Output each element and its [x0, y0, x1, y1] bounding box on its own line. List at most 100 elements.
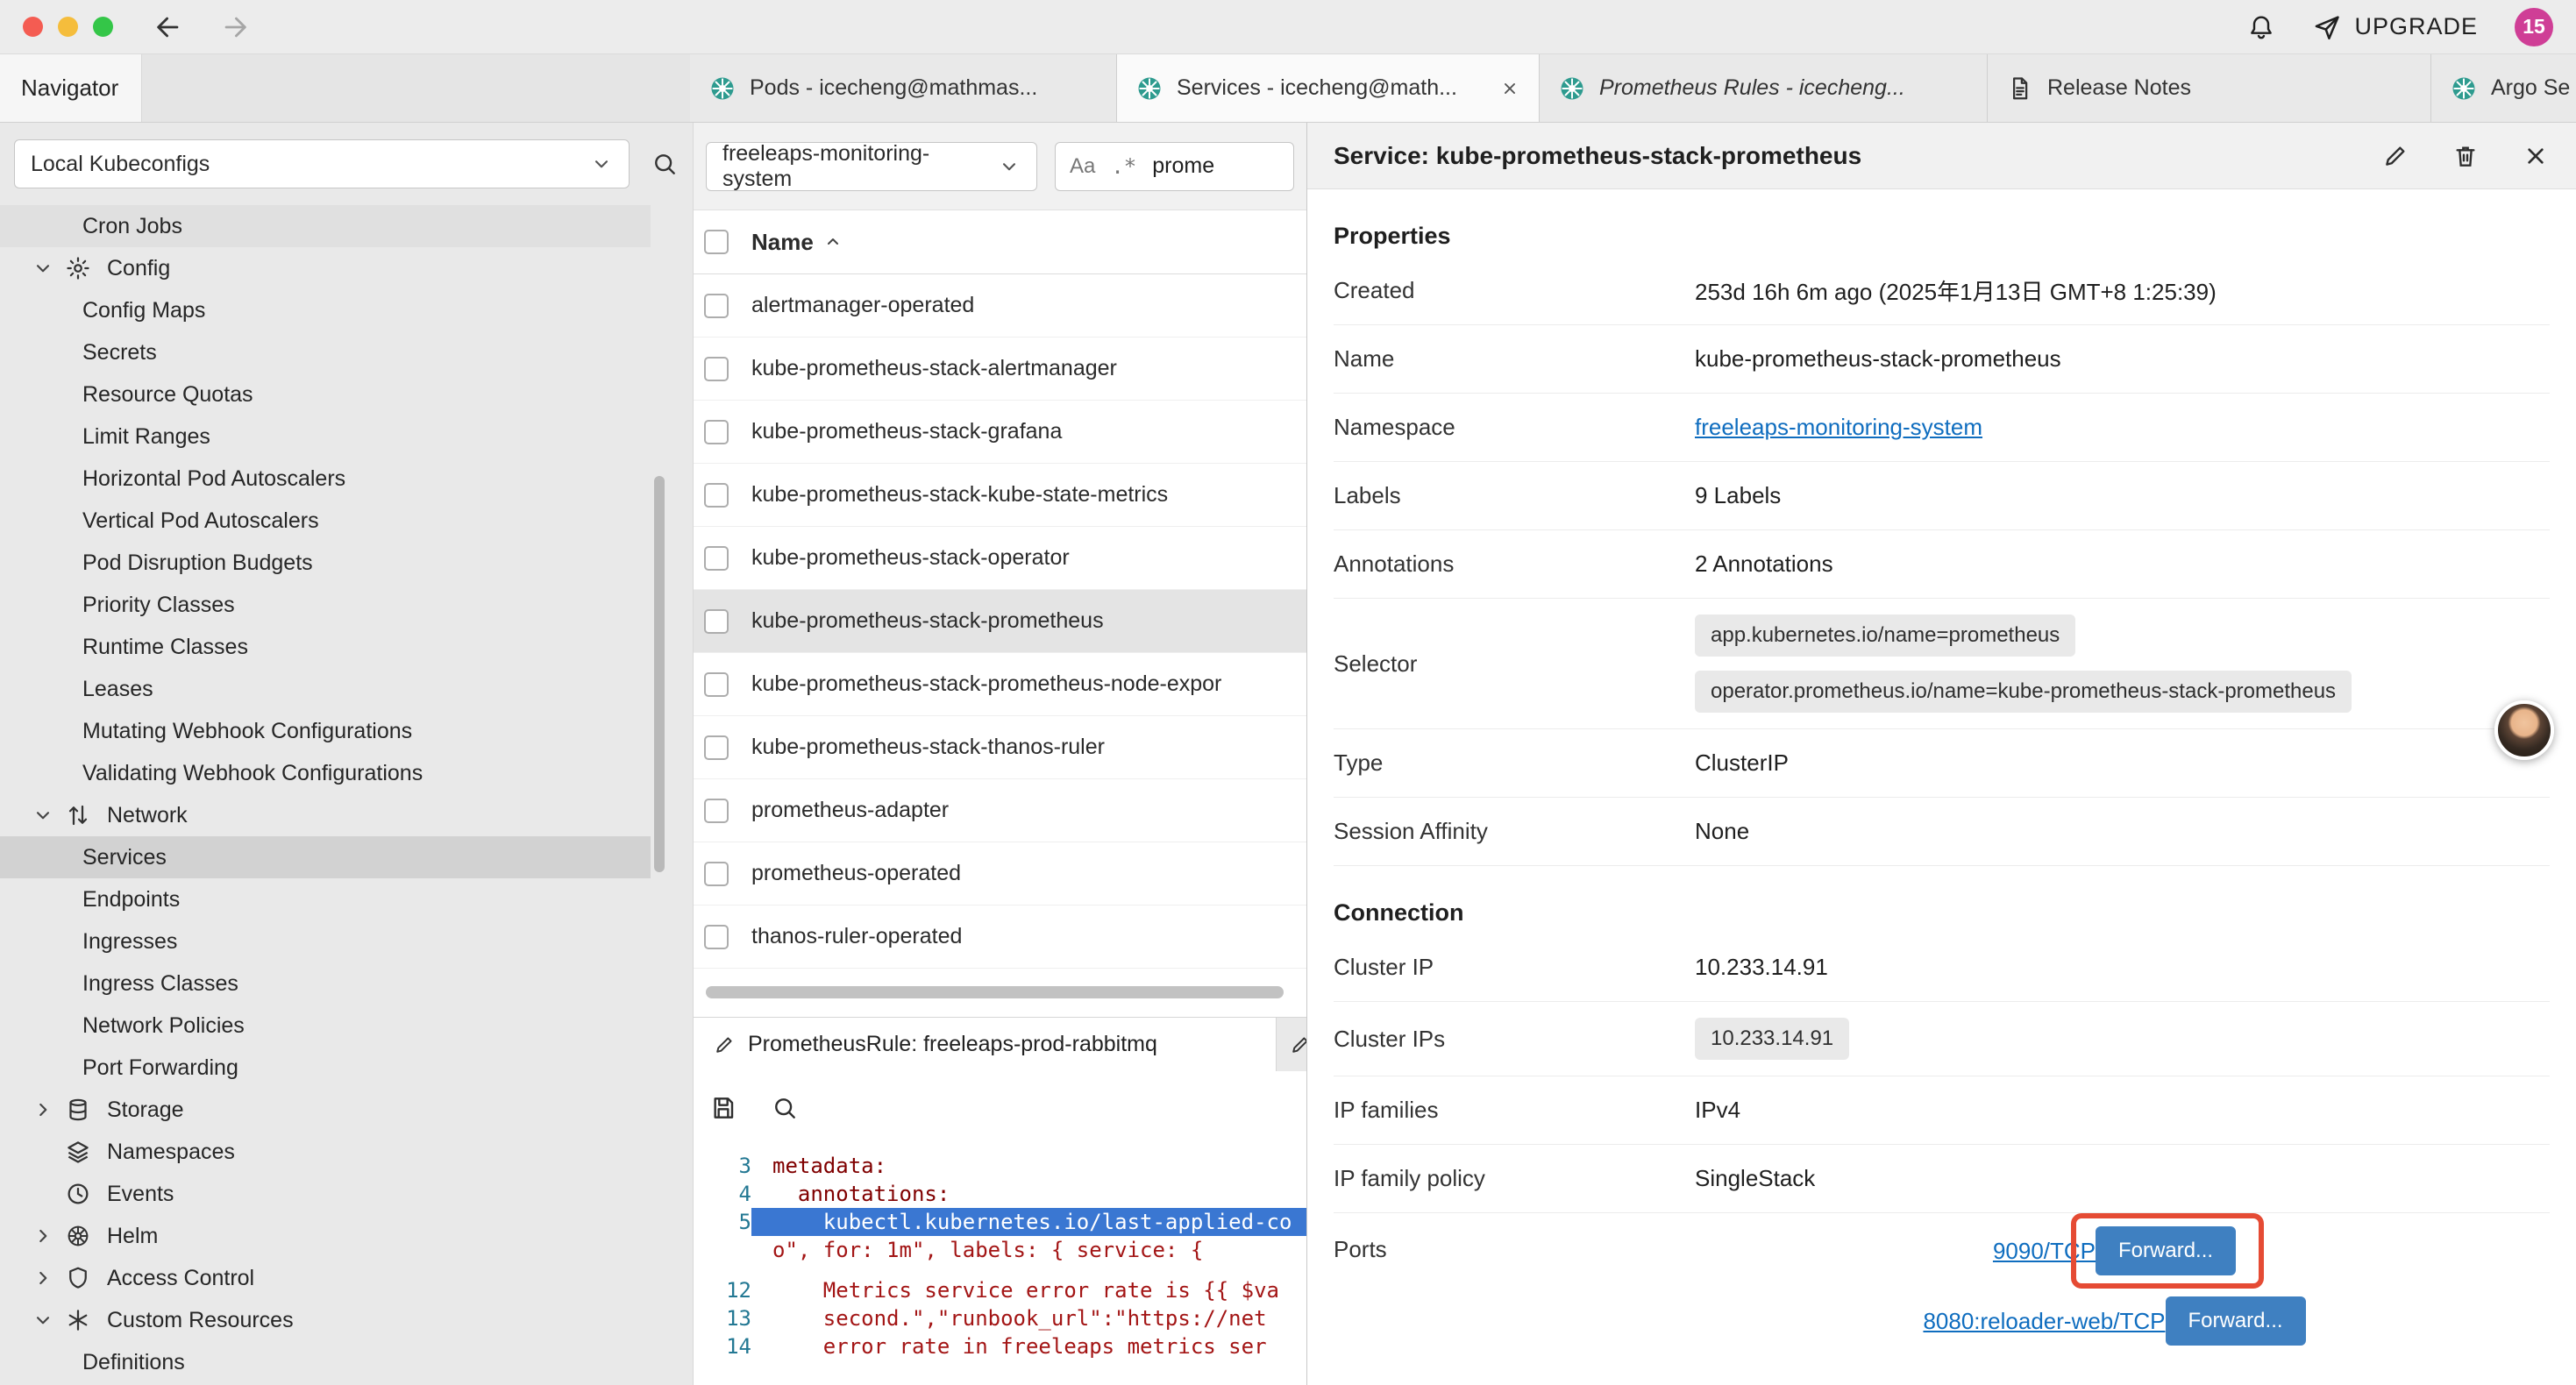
chevron-down-icon[interactable]	[32, 804, 65, 827]
dock-tab-prometheusrule[interactable]: PrometheusRule: freeleaps-prod-rabbitmq	[694, 1018, 1277, 1071]
scrollbar-thumb[interactable]	[706, 986, 1284, 998]
edit-icon[interactable]	[2381, 142, 2409, 170]
row-checkbox[interactable]	[704, 799, 729, 823]
sidebar-item-events[interactable]: Events	[0, 1173, 693, 1215]
select-all-checkbox[interactable]	[704, 230, 729, 254]
sidebar-item-ingress-classes[interactable]: Ingress Classes	[0, 962, 693, 1005]
port-link[interactable]: 8080:reloader-web/TCP	[1923, 1308, 2165, 1335]
tab-close-icon[interactable]	[1500, 79, 1519, 98]
tab-services-icecheng-math[interactable]: Services - icecheng@math...	[1117, 54, 1540, 122]
row-checkbox[interactable]	[704, 294, 729, 318]
table-row[interactable]: kube-prometheus-stack-alertmanager	[694, 337, 1306, 401]
sidebar-item-config-maps[interactable]: Config Maps	[0, 289, 693, 331]
sidebar-item-storage[interactable]: Storage	[0, 1089, 693, 1131]
upgrade-button[interactable]: UPGRADE	[2312, 12, 2478, 42]
table-row[interactable]: kube-prometheus-stack-operator	[694, 527, 1306, 590]
tab-release-notes[interactable]: Release Notes	[1988, 54, 2431, 122]
namespace-link[interactable]: freeleaps-monitoring-system	[1695, 414, 1982, 441]
table-row[interactable]: alertmanager-operated	[694, 274, 1306, 337]
tab-pods-icecheng-mathmas[interactable]: Pods - icecheng@mathmas...	[690, 54, 1117, 122]
sidebar-item-runtime-classes[interactable]: Runtime Classes	[0, 626, 693, 668]
sidebar-item-priority-classes[interactable]: Priority Classes	[0, 584, 693, 626]
user-avatar[interactable]	[2494, 700, 2554, 760]
editor-search-icon[interactable]	[771, 1094, 799, 1122]
row-checkbox[interactable]	[704, 420, 729, 444]
table-row[interactable]: prometheus-operated	[694, 842, 1306, 906]
row-checkbox[interactable]	[704, 483, 729, 508]
navigator-panel-tab[interactable]: Navigator	[0, 54, 142, 122]
row-checkbox[interactable]	[704, 925, 729, 949]
sidebar-item-validating-webhook-configurations[interactable]: Validating Webhook Configurations	[0, 752, 693, 794]
sidebar-item-limit-ranges[interactable]: Limit Ranges	[0, 416, 693, 458]
chevron-down-icon[interactable]	[32, 257, 65, 280]
table-row[interactable]: kube-prometheus-stack-prometheus-node-ex…	[694, 653, 1306, 716]
notifications-bell-icon[interactable]	[2247, 13, 2275, 41]
window-close-button[interactable]	[23, 17, 43, 37]
sidebar-item-network-policies[interactable]: Network Policies	[0, 1005, 693, 1047]
window-minimize-button[interactable]	[58, 17, 78, 37]
sidebar-item-horizontal-pod-autoscalers[interactable]: Horizontal Pod Autoscalers	[0, 458, 693, 500]
regex-toggle[interactable]: .*	[1111, 154, 1136, 179]
chevron-right-icon[interactable]	[32, 1225, 65, 1247]
sidebar-item-pod-disruption-budgets[interactable]: Pod Disruption Budgets	[0, 542, 693, 584]
case-sensitive-toggle[interactable]: Aa	[1070, 154, 1095, 179]
yaml-editor[interactable]: 3 metadata: 4 annotations: 5 kubectl.kub…	[694, 1145, 1306, 1385]
chevron-right-icon[interactable]	[32, 1098, 65, 1121]
chevron-right-icon[interactable]	[32, 1267, 65, 1289]
row-checkbox[interactable]	[704, 735, 729, 760]
sidebar-item-services[interactable]: Services	[0, 836, 651, 878]
sidebar-item-cron-jobs[interactable]: Cron Jobs	[0, 205, 651, 247]
forward-arrow-icon[interactable]	[220, 12, 250, 42]
sidebar-item-secrets[interactable]: Secrets	[0, 331, 693, 373]
sidebar-item-resource-quotas[interactable]: Resource Quotas	[0, 373, 693, 416]
tab-argo-se[interactable]: Argo Se	[2431, 54, 2576, 122]
row-checkbox[interactable]	[704, 357, 729, 381]
sidebar-item-vertical-pod-autoscalers[interactable]: Vertical Pod Autoscalers	[0, 500, 693, 542]
forward-button[interactable]: Forward...	[2096, 1226, 2236, 1275]
sidebar-item-config[interactable]: Config	[0, 247, 693, 289]
port-link[interactable]: 9090/TCP	[1993, 1238, 2096, 1265]
sidebar-item-mutating-webhook-configurations[interactable]: Mutating Webhook Configurations	[0, 710, 693, 752]
sidebar-item-endpoints[interactable]: Endpoints	[0, 878, 693, 920]
window-zoom-button[interactable]	[93, 17, 113, 37]
forward-button[interactable]: Forward...	[2166, 1296, 2306, 1346]
row-checkbox[interactable]	[704, 862, 729, 886]
table-row[interactable]: prometheus-adapter	[694, 779, 1306, 842]
sidebar-item-network[interactable]: Network	[0, 794, 693, 836]
sidebar-item-custom-resources[interactable]: Custom Resources	[0, 1299, 693, 1341]
table-row[interactable]: kube-prometheus-stack-prometheus	[694, 590, 1306, 653]
list-search-input[interactable]: Aa .* prome	[1055, 142, 1294, 191]
sidebar-item-access-control[interactable]: Access Control	[0, 1257, 693, 1299]
row-checkbox[interactable]	[704, 546, 729, 571]
chevron-down-icon[interactable]	[32, 1309, 65, 1332]
close-icon[interactable]	[2522, 142, 2550, 170]
sort-ascending-icon[interactable]	[822, 231, 843, 252]
dock-tab-partial[interactable]	[1277, 1018, 1306, 1071]
table-row[interactable]: thanos-ruler-operated	[694, 906, 1306, 969]
sidebar-item-port-forwarding[interactable]: Port Forwarding	[0, 1047, 693, 1089]
sidebar-scrollbar[interactable]	[654, 476, 665, 872]
namespace-selector[interactable]: freeleaps-monitoring-system	[706, 142, 1037, 191]
sidebar-item-label: Resource Quotas	[82, 382, 253, 408]
horizontal-scrollbar[interactable]	[694, 969, 1306, 1017]
table-row[interactable]: kube-prometheus-stack-thanos-ruler	[694, 716, 1306, 779]
table-row[interactable]: kube-prometheus-stack-kube-state-metrics	[694, 464, 1306, 527]
tab-prometheus-rules-icecheng[interactable]: Prometheus Rules - icecheng...	[1540, 54, 1988, 122]
property-label-text: Type	[1334, 749, 1383, 777]
row-checkbox[interactable]	[704, 672, 729, 697]
delete-icon[interactable]	[2451, 142, 2480, 170]
sidebar-item-definitions[interactable]: Definitions	[0, 1341, 693, 1383]
notification-count-badge[interactable]: 15	[2515, 8, 2553, 46]
sidebar-item-helm[interactable]: Helm	[0, 1215, 693, 1257]
back-arrow-icon[interactable]	[153, 12, 183, 42]
row-checkbox[interactable]	[704, 609, 729, 634]
sidebar-item-ingresses[interactable]: Ingresses	[0, 920, 693, 962]
window-controls	[23, 17, 113, 37]
sidebar-search-icon[interactable]	[651, 150, 679, 178]
name-column-header[interactable]: Name	[751, 229, 814, 256]
save-icon[interactable]	[709, 1094, 737, 1122]
sidebar-item-leases[interactable]: Leases	[0, 668, 693, 710]
sidebar-item-namespaces[interactable]: Namespaces	[0, 1131, 693, 1173]
table-row[interactable]: kube-prometheus-stack-grafana	[694, 401, 1306, 464]
kubeconfig-selector[interactable]: Local Kubeconfigs	[14, 139, 630, 188]
